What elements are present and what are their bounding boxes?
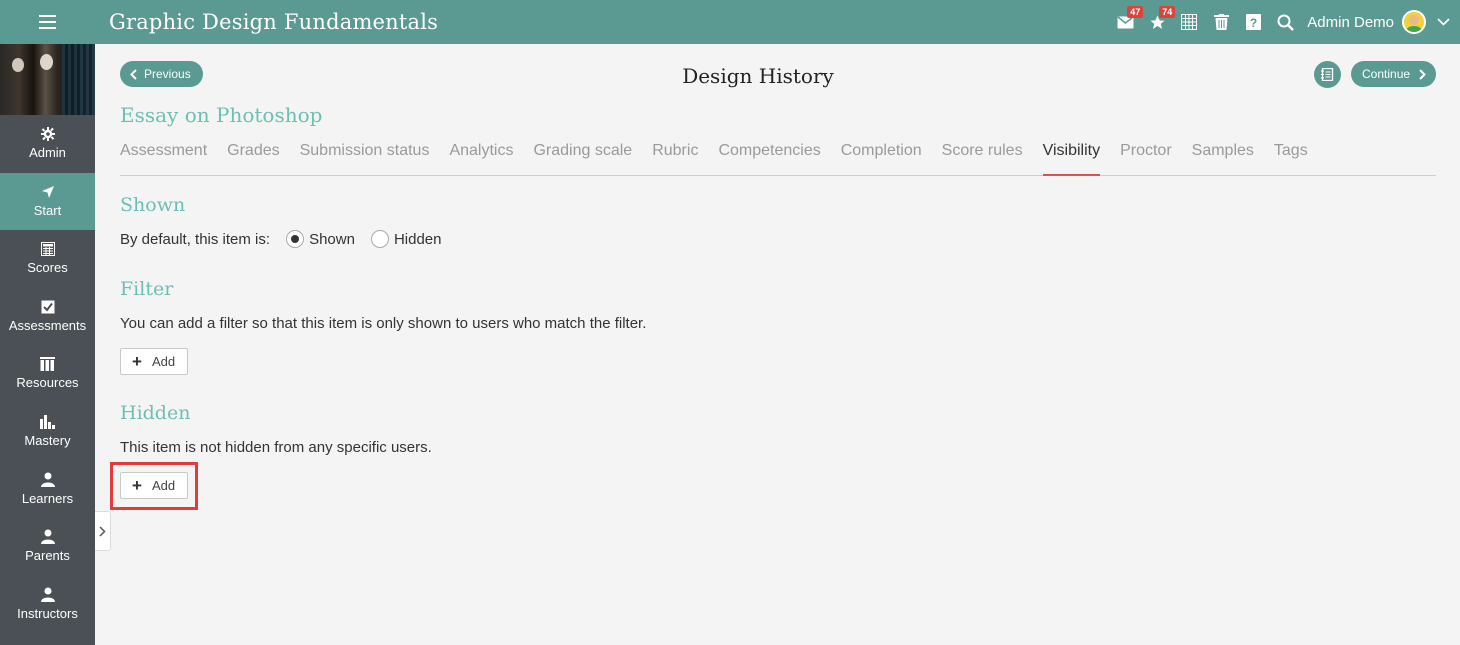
tab-competencies[interactable]: Competencies <box>718 140 820 176</box>
sidebar-item-instructors[interactable]: Instructors <box>0 575 95 633</box>
sidebar-item-admin[interactable]: Admin <box>0 115 95 173</box>
sidebar: Admin Start Scores Assessments Resources… <box>0 44 95 645</box>
navigation-arrow-icon <box>41 185 54 198</box>
sidebar-item-label: Instructors <box>17 605 78 621</box>
help-button[interactable]: ? <box>1237 0 1269 44</box>
tab-tags[interactable]: Tags <box>1274 140 1308 176</box>
help-icon: ? <box>1245 14 1261 30</box>
sidebar-item-label: Scores <box>27 260 68 276</box>
sidebar-item-label: Mastery <box>24 432 71 448</box>
sidebar-item-mastery[interactable]: Mastery <box>0 403 95 461</box>
chevron-down-icon <box>1436 18 1450 26</box>
add-hidden-user-label: Add <box>151 478 176 493</box>
item-title: Essay on Photoshop <box>120 103 323 127</box>
continue-button[interactable]: Continue <box>1351 61 1436 87</box>
tab-completion[interactable]: Completion <box>841 140 922 176</box>
trash-icon <box>1213 14 1229 30</box>
page-title: Design History <box>682 64 834 88</box>
menu-icon[interactable] <box>0 0 95 44</box>
sidebar-item-label: Start <box>33 202 62 218</box>
sidebar-item-label: Learners <box>21 490 74 506</box>
search-button[interactable] <box>1269 0 1301 44</box>
shown-radio-label: Shown <box>309 230 355 248</box>
books-icon <box>40 357 55 372</box>
sidebar-item-resources[interactable]: Resources <box>0 345 95 403</box>
tab-analytics[interactable]: Analytics <box>449 140 513 176</box>
radio-empty-icon <box>370 230 389 248</box>
course-image <box>0 44 95 115</box>
radio-selected-icon <box>286 230 305 248</box>
tab-visibility[interactable]: Visibility <box>1042 140 1101 176</box>
gradebook-icon <box>40 242 55 257</box>
hidden-description: This item is not hidden from any specifi… <box>120 439 432 456</box>
chevron-right-icon <box>99 525 106 537</box>
notifications-button[interactable]: 74 <box>1141 0 1176 44</box>
notebook-icon <box>1321 68 1334 81</box>
sidebar-item-label: Resources <box>16 375 79 391</box>
tab-grades[interactable]: Grades <box>227 140 279 176</box>
sidebar-item-label: Parents <box>25 548 70 564</box>
default-visibility-row: By default, this item is: Shown Hidden <box>120 230 441 248</box>
app-title: Graphic Design Fundamentals <box>109 10 439 34</box>
calendar-button[interactable] <box>1173 0 1205 44</box>
hidden-radio[interactable]: Hidden <box>370 230 442 248</box>
plus-icon: + <box>132 352 142 371</box>
tab-bar: Assessment Grades Submission status Anal… <box>120 140 1436 176</box>
shown-section-title: Shown <box>120 194 186 216</box>
person-icon <box>40 587 55 602</box>
continue-label: Continue <box>1362 67 1411 81</box>
user-menu-chevron[interactable] <box>1426 0 1460 44</box>
search-icon <box>1277 14 1294 31</box>
plus-icon: + <box>132 476 142 495</box>
sidebar-item-learners[interactable]: Learners <box>0 460 95 518</box>
person-icon <box>40 472 55 487</box>
sidebar-item-assessments[interactable]: Assessments <box>0 288 95 346</box>
add-filter-button[interactable]: + Add <box>120 348 188 375</box>
sidebar-item-scores[interactable]: Scores <box>0 230 95 288</box>
chevron-right-icon <box>1419 68 1426 80</box>
tab-grading-scale[interactable]: Grading scale <box>533 140 632 176</box>
user-name[interactable]: Admin Demo <box>1307 14 1394 31</box>
checklist-icon <box>41 300 54 314</box>
trash-button[interactable] <box>1205 0 1237 44</box>
tab-proctor[interactable]: Proctor <box>1120 140 1172 176</box>
sidebar-item-label: Admin <box>29 145 66 161</box>
gear-icon <box>40 127 55 142</box>
svg-text:?: ? <box>1250 16 1257 30</box>
filter-description: You can add a filter so that this item i… <box>120 315 647 332</box>
notes-button[interactable] <box>1314 61 1341 88</box>
top-bar-actions: 47 74 ? Admin Demo <box>1109 0 1460 44</box>
sidebar-item-parents[interactable]: Parents <box>0 518 95 576</box>
hidden-section-title: Hidden <box>120 402 191 424</box>
sidebar-collapse-toggle[interactable] <box>95 511 111 551</box>
shown-radio[interactable]: Shown <box>286 230 355 248</box>
sidebar-item-start[interactable]: Start <box>0 172 95 230</box>
tab-samples[interactable]: Samples <box>1192 140 1254 176</box>
calendar-icon <box>1181 14 1198 30</box>
add-hidden-user-button[interactable]: + Add <box>120 472 188 499</box>
add-filter-label: Add <box>151 354 176 369</box>
default-visibility-prompt: By default, this item is: <box>120 230 271 248</box>
tab-rubric[interactable]: Rubric <box>652 140 698 176</box>
person-icon <box>40 529 55 545</box>
hidden-radio-label: Hidden <box>393 230 442 248</box>
bar-chart-icon <box>40 414 55 429</box>
top-bar: Graphic Design Fundamentals 47 74 ? Admi… <box>0 0 1460 44</box>
tab-assessment[interactable]: Assessment <box>120 140 207 176</box>
avatar[interactable] <box>1402 10 1426 34</box>
tab-score-rules[interactable]: Score rules <box>942 140 1023 176</box>
sidebar-item-label: Assessments <box>8 318 87 334</box>
tab-submission-status[interactable]: Submission status <box>300 140 430 176</box>
messages-button[interactable]: 47 <box>1109 0 1144 44</box>
filter-section-title: Filter <box>120 278 174 300</box>
